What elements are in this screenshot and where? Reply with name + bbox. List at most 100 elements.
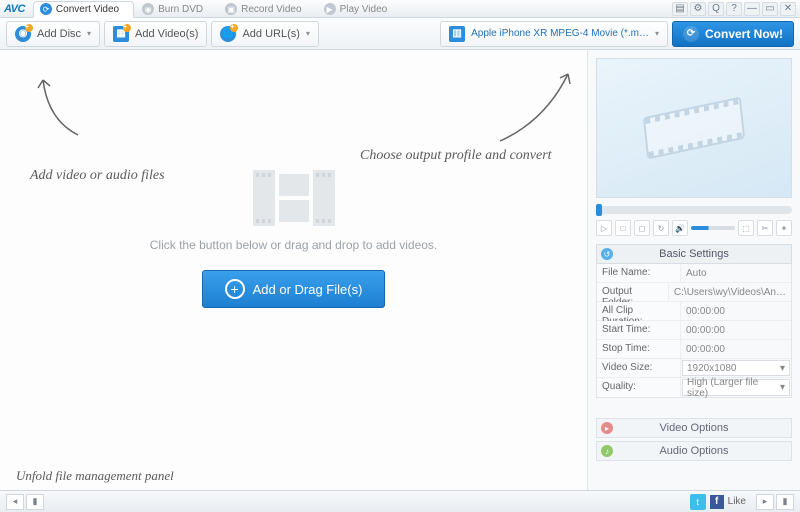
settings-icon: ↺ — [601, 248, 613, 260]
chevron-down-icon: ▾ — [655, 29, 659, 38]
player-controls: ▷ □ ◻ ↻ 🔊 ⬚ ✂ ✦ — [596, 218, 792, 238]
add-urls-button[interactable]: 🌐+ Add URL(s) ▾ — [211, 21, 318, 47]
disc-icon: ◉ — [142, 3, 154, 15]
toolbar: ◉+ Add Disc ▾ ▦+ Add Video(s) 🌐+ Add URL(s) ▾… — [0, 18, 800, 50]
tab-label: Burn DVD — [158, 4, 203, 15]
row-file-name: File Name:Auto — [597, 264, 791, 283]
chevron-down-icon: ▾ — [87, 29, 91, 38]
seek-slider[interactable] — [596, 206, 792, 214]
next-panel-button[interactable]: ▸ — [756, 494, 774, 510]
plus-icon: + — [225, 279, 245, 299]
add-videos-button[interactable]: ▦+ Add Video(s) — [104, 21, 207, 47]
close-icon[interactable]: ✕ — [780, 2, 796, 16]
annotation-output-profile: Choose output profile and convert — [360, 148, 552, 164]
panel-toggles-left: ◂ ▮ — [6, 494, 44, 510]
video-options-expander[interactable]: ▸ Video Options — [596, 418, 792, 438]
tab-play-video[interactable]: ▶ Play Video — [318, 1, 402, 18]
maximize-icon[interactable]: ▭ — [762, 2, 778, 16]
profile-label: Apple iPhone XR MPEG-4 Movie (*.m… — [471, 28, 649, 39]
titlebar: AVC ⟳ Convert Video ◉ Burn DVD ▣ Record Vid… — [0, 0, 800, 18]
disc-plus-icon: ◉+ — [15, 26, 31, 42]
play-icon: ▶ — [324, 3, 336, 15]
btn-label: Add URL(s) — [242, 28, 299, 40]
row-quality: Quality:High (Larger file size)▾ — [597, 378, 791, 397]
search-icon[interactable]: Q — [708, 2, 724, 16]
options-group: ▸ Video Options ♪ Audio Options — [596, 418, 792, 464]
refresh-icon: ⟳ — [40, 3, 52, 15]
chevron-down-icon: ▾ — [306, 29, 310, 38]
app-logo: AVC — [4, 3, 25, 15]
minimize-icon[interactable]: — — [744, 2, 760, 16]
tab-record-video[interactable]: ▣ Record Video — [219, 1, 315, 18]
preview-pane — [596, 58, 792, 198]
panel-toggle-right-button[interactable]: ▮ — [776, 494, 794, 510]
annotation-add-files: Add video or audio files — [30, 168, 165, 184]
preview-placeholder-icon — [643, 97, 745, 160]
btn-label: Add Video(s) — [135, 28, 198, 40]
drop-zone[interactable]: Click the button below or drag and drop … — [0, 170, 587, 308]
mute-button[interactable]: 🔊 — [672, 220, 688, 236]
label: Video Options — [660, 422, 729, 434]
panel-toggle-button[interactable]: ▮ — [26, 494, 44, 510]
like-label[interactable]: Like — [728, 496, 746, 507]
btn-label: Add Disc — [37, 28, 81, 40]
stop-button[interactable]: □ — [615, 220, 631, 236]
drop-hint: Click the button below or drag and drop … — [0, 238, 587, 252]
video-size-select[interactable]: 1920x1080▾ — [682, 360, 790, 376]
row-video-size: Video Size:1920x1080▾ — [597, 359, 791, 378]
side-panel: ▷ □ ◻ ↻ 🔊 ⬚ ✂ ✦ ↺ Basic Settings File Nam… — [588, 50, 800, 490]
twitter-icon[interactable]: t — [690, 494, 706, 510]
btn-label: Add or Drag File(s) — [253, 282, 363, 297]
chevron-down-icon: ▾ — [780, 382, 785, 393]
snapshot-button[interactable]: ◻ — [634, 220, 650, 236]
prev-panel-button[interactable]: ◂ — [6, 494, 24, 510]
row-all-clip-duration: All Clip Duration:00:00:00 — [597, 302, 791, 321]
tab-label: Record Video — [241, 4, 301, 15]
social-bar: t f Like ▸ ▮ — [690, 494, 794, 510]
quality-select[interactable]: High (Larger file size)▾ — [682, 379, 790, 396]
globe-plus-icon: 🌐+ — [220, 26, 236, 42]
basic-settings-header[interactable]: ↺ Basic Settings — [596, 244, 792, 264]
facebook-icon[interactable]: f — [710, 495, 724, 509]
tab-convert-video[interactable]: ⟳ Convert Video — [33, 1, 134, 18]
filmstrip-icon — [253, 170, 335, 226]
chevron-down-icon: ▾ — [780, 363, 785, 374]
tab-burn-dvd[interactable]: ◉ Burn DVD — [136, 1, 217, 18]
output-profile-selector[interactable]: ▥ Apple iPhone XR MPEG-4 Movie (*.m… ▾ — [440, 21, 668, 47]
settings-table: File Name:Auto Output Folder:C:\Users\wy… — [596, 264, 792, 398]
annotation-arrow — [490, 66, 580, 146]
convert-now-button[interactable]: ⟳ Convert Now! — [672, 21, 794, 47]
convert-icon: ⟳ — [683, 26, 699, 42]
tab-label: Play Video — [340, 4, 388, 15]
main-area: Click the button below or drag and drop … — [0, 50, 800, 490]
annotation-arrow — [28, 70, 88, 140]
video-icon: ▸ — [601, 422, 613, 434]
status-bar: ◂ ▮ t f Like ▸ ▮ — [0, 490, 800, 512]
tab-strip: ⟳ Convert Video ◉ Burn DVD ▣ Record Video ▶… — [33, 0, 672, 18]
tab-label: Convert Video — [56, 4, 119, 15]
menu-icon[interactable]: ▤ — [672, 2, 688, 16]
label: Audio Options — [659, 445, 728, 457]
row-output-folder: Output Folder:C:\Users\wy\Videos\An… — [597, 283, 791, 302]
row-stop-time: Stop Time:00:00:00 — [597, 340, 791, 359]
profile-icon: ▥ — [449, 26, 465, 42]
annotation-unfold-panel: Unfold file management panel — [16, 468, 174, 484]
header-label: Basic Settings — [659, 248, 729, 260]
volume-slider[interactable] — [691, 226, 735, 230]
loop-button[interactable]: ↻ — [653, 220, 669, 236]
audio-options-expander[interactable]: ♪ Audio Options — [596, 441, 792, 461]
btn-label: Convert Now! — [705, 27, 783, 41]
video-plus-icon: ▦+ — [113, 26, 129, 42]
add-files-button[interactable]: + Add or Drag File(s) — [202, 270, 386, 308]
effects-button[interactable]: ✦ — [776, 220, 792, 236]
gear-icon[interactable]: ⚙ — [690, 2, 706, 16]
crop-button[interactable]: ⬚ — [738, 220, 754, 236]
record-icon: ▣ — [225, 3, 237, 15]
trim-button[interactable]: ✂ — [757, 220, 773, 236]
audio-icon: ♪ — [601, 445, 613, 457]
window-controls: ▤ ⚙ Q ? — ▭ ✕ — [672, 2, 796, 16]
play-button[interactable]: ▷ — [596, 220, 612, 236]
help-icon[interactable]: ? — [726, 2, 742, 16]
add-disc-button[interactable]: ◉+ Add Disc ▾ — [6, 21, 100, 47]
row-start-time: Start Time:00:00:00 — [597, 321, 791, 340]
